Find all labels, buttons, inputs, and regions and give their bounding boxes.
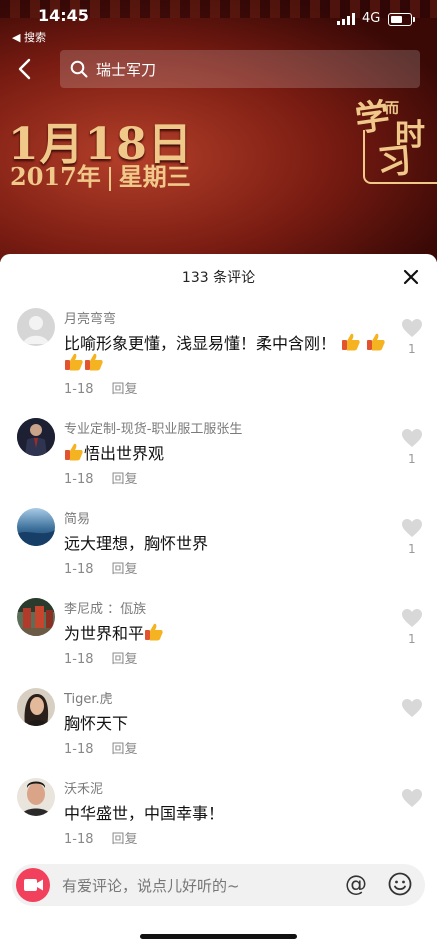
avatar[interactable] bbox=[17, 418, 55, 456]
video-background[interactable]: 14:45 4G ◀ 搜索 瑞士军刀 1月18日 2017年 星期三 学 而 时 … bbox=[0, 0, 437, 262]
comment-meta: 1-18 回复 bbox=[64, 648, 138, 667]
camera-icon[interactable] bbox=[16, 868, 50, 902]
reply-button[interactable]: 回复 bbox=[112, 652, 138, 667]
comment-text: 中华盛世，中国幸事！ bbox=[64, 804, 225, 823]
avatar[interactable] bbox=[17, 598, 55, 636]
thumbs-up-emoji-icon bbox=[64, 352, 84, 372]
comment-author[interactable]: 沃禾泥 bbox=[64, 778, 103, 797]
like-count: 1 bbox=[408, 452, 416, 466]
thumbs-up-emoji-icon bbox=[366, 332, 386, 352]
comment-meta: 1-18 回复 bbox=[64, 558, 138, 577]
search-query-text: 瑞士军刀 bbox=[96, 61, 157, 79]
avatar[interactable] bbox=[17, 688, 55, 726]
comment-body: 比喻形象更懂，浅显易懂！柔中含刚！ bbox=[64, 334, 337, 353]
thumbs-up-emoji-icon bbox=[64, 442, 84, 462]
back-to-app-link[interactable]: ◀ 搜索 bbox=[12, 29, 46, 45]
reply-button[interactable]: 回复 bbox=[112, 562, 138, 577]
comment-text: 胸怀天下 bbox=[64, 714, 129, 733]
comment-input-bar[interactable]: 有爱评论，说点儿好听的~ @ bbox=[12, 864, 425, 906]
comment-text: 悟出世界观 bbox=[64, 440, 164, 464]
thumbs-up-emoji-icon bbox=[144, 622, 164, 642]
like-count: 1 bbox=[408, 632, 416, 646]
heart-icon[interactable] bbox=[401, 698, 423, 718]
comment-author[interactable]: 简易 bbox=[64, 508, 90, 527]
comment-author[interactable]: Tiger.虎 bbox=[64, 688, 113, 707]
comment-body: 为世界和平 bbox=[64, 624, 145, 643]
comment-date: 1-18 bbox=[64, 742, 94, 757]
comment-text: 远大理想，胸怀世界 bbox=[64, 534, 209, 553]
heart-icon[interactable] bbox=[401, 428, 423, 448]
logo-char: 习 bbox=[375, 140, 414, 184]
avatar[interactable] bbox=[17, 308, 55, 346]
thumbs-up-emoji-icon bbox=[84, 352, 104, 372]
date-separator bbox=[108, 166, 111, 191]
comment-meta: 1-18 回复 bbox=[64, 468, 138, 487]
like-count: 1 bbox=[408, 342, 416, 356]
comment-meta: 1-18 回复 bbox=[64, 738, 138, 757]
search-icon bbox=[70, 60, 88, 82]
comment-text: 比喻形象更懂，浅显易懂！柔中含刚！ bbox=[64, 330, 386, 354]
thumbs-up-emoji-icon bbox=[341, 332, 361, 352]
heart-icon[interactable] bbox=[401, 518, 423, 538]
comment-text-continued bbox=[64, 352, 104, 373]
comment-date: 1-18 bbox=[64, 562, 94, 577]
comment-date: 1-18 bbox=[64, 382, 94, 397]
comment-text: 为世界和平 bbox=[64, 620, 164, 644]
comment-date: 1-18 bbox=[64, 832, 94, 847]
back-arrow-icon[interactable] bbox=[16, 58, 36, 80]
heart-icon[interactable] bbox=[401, 608, 423, 628]
like-count: 1 bbox=[408, 542, 416, 556]
comments-count-title: 133 条评论 bbox=[181, 270, 256, 286]
comment-author[interactable]: 专业定制-现货-职业服工服张生 bbox=[64, 418, 242, 437]
reply-button[interactable]: 回复 bbox=[112, 472, 138, 487]
mention-at-icon[interactable]: @ bbox=[345, 872, 367, 897]
comment-input-placeholder[interactable]: 有爱评论，说点儿好听的~ bbox=[62, 875, 240, 896]
video-year: 2017年 bbox=[10, 162, 101, 191]
reply-button[interactable]: 回复 bbox=[112, 742, 138, 757]
comment-body: 悟出世界观 bbox=[84, 444, 165, 463]
program-logo: 学 而 时 习 bbox=[353, 90, 437, 190]
search-bar[interactable]: 瑞士军刀 bbox=[60, 50, 420, 88]
status-bar: 14:45 4G bbox=[0, 0, 437, 28]
heart-icon[interactable] bbox=[401, 788, 423, 808]
avatar[interactable] bbox=[17, 508, 55, 546]
comment-date: 1-18 bbox=[64, 472, 94, 487]
comments-sheet: 133 条评论 月亮弯弯 比喻形象更懂，浅显易懂！柔中含刚！ 1-18 回复 1 … bbox=[0, 254, 437, 947]
status-time: 14:45 bbox=[38, 6, 89, 25]
comment-author[interactable]: 李尼成 ：佤族 bbox=[64, 598, 146, 617]
emoji-icon[interactable] bbox=[388, 872, 412, 896]
comment-date: 1-18 bbox=[64, 652, 94, 667]
comment-author[interactable]: 月亮弯弯 bbox=[64, 308, 116, 327]
reply-button[interactable]: 回复 bbox=[112, 382, 138, 397]
video-date-subtitle: 2017年 星期三 bbox=[10, 157, 191, 192]
battery-icon bbox=[388, 13, 415, 26]
heart-icon[interactable] bbox=[401, 318, 423, 338]
comment-meta: 1-18 回复 bbox=[64, 828, 138, 847]
comment-meta: 1-18 回复 bbox=[64, 378, 138, 397]
home-indicator[interactable] bbox=[140, 934, 297, 939]
signal-icon bbox=[337, 13, 357, 25]
network-type: 4G bbox=[362, 11, 381, 26]
avatar[interactable] bbox=[17, 778, 55, 816]
video-weekday: 星期三 bbox=[118, 162, 191, 191]
close-icon[interactable] bbox=[402, 268, 420, 286]
reply-button[interactable]: 回复 bbox=[112, 832, 138, 847]
